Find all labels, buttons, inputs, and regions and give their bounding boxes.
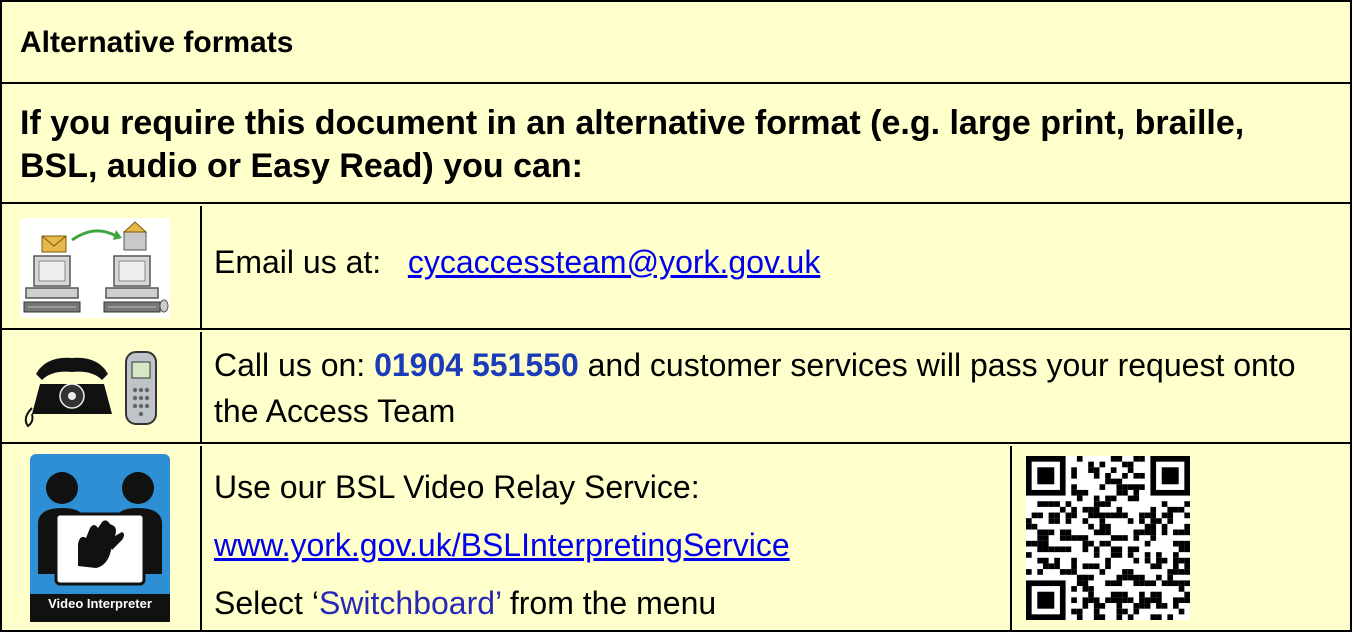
phone-prefix: Call us on: <box>214 347 375 383</box>
computers-email-icon <box>20 218 170 318</box>
phone-text: Call us on: 01904 551550 and customer se… <box>214 342 1324 434</box>
video-interpreter-label: Video Interpreter <box>48 596 152 611</box>
title-row: Alternative formats <box>2 2 1350 84</box>
bsl-line-3-prefix: Select ‘ <box>214 585 319 621</box>
bsl-row: Video Interpreter Use our BSL Video Rela… <box>2 446 1350 630</box>
qr-cell <box>1010 446 1350 630</box>
bsl-line-3-suffix: from the menu <box>500 585 717 621</box>
intro-row: If you require this document in an alter… <box>2 86 1350 204</box>
phone-number[interactable]: 01904 551550 <box>374 347 579 383</box>
section-title: Alternative formats <box>20 26 294 59</box>
qr-code[interactable] <box>1026 456 1190 620</box>
email-label: Email us at: <box>214 244 382 280</box>
switchboard-word: Switchboard’ <box>318 585 501 621</box>
telephone-icon <box>24 351 157 428</box>
bsl-line-1: Use our BSL Video Relay Service: <box>214 469 700 505</box>
email-icon-cell <box>2 206 202 328</box>
bsl-link[interactable]: www.york.gov.uk/BSLInterpretingService <box>214 527 790 563</box>
bsl-icon-cell: Video Interpreter <box>2 446 202 630</box>
email-link[interactable]: cycaccessteam@york.gov.uk <box>408 244 820 280</box>
phone-row: Call us on: 01904 551550 and customer se… <box>2 332 1350 444</box>
email-row: Email us at: cycaccessteam@york.gov.uk <box>2 206 1350 330</box>
alternative-formats-box: Alternative formats If you require this … <box>0 0 1352 632</box>
intro-text: If you require this document in an alter… <box>20 104 1245 185</box>
bsl-text: Use our BSL Video Relay Service: www.yor… <box>214 458 994 632</box>
bsl-line-3: Select ‘Switchboard’ from the menu <box>214 574 994 632</box>
email-text: Email us at: cycaccessteam@york.gov.uk <box>214 244 820 281</box>
phone-icon-cell <box>2 332 202 442</box>
